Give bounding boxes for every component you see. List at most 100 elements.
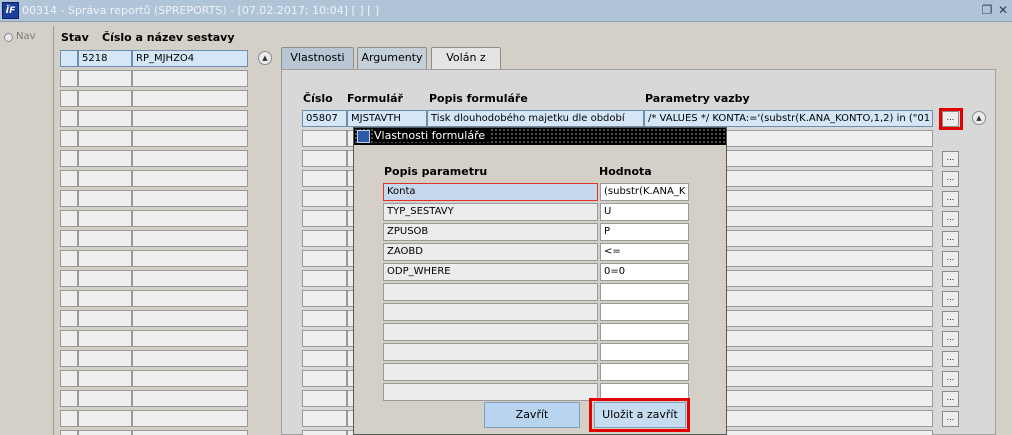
empty-report-cell[interactable]: [78, 350, 132, 367]
empty-report-cell[interactable]: [60, 130, 78, 147]
tab-volan-z[interactable]: Volán z: [431, 47, 501, 69]
empty-report-cell[interactable]: [132, 250, 248, 267]
parameter-name-cell[interactable]: ODP_WHERE: [383, 263, 598, 281]
empty-report-cell[interactable]: [132, 110, 248, 127]
empty-report-cell[interactable]: [60, 210, 78, 227]
empty-report-cell[interactable]: [132, 390, 248, 407]
empty-parameter-cell[interactable]: [383, 323, 598, 341]
empty-report-cell[interactable]: [132, 90, 248, 107]
empty-parameter-cell[interactable]: [383, 363, 598, 381]
empty-parameter-cell[interactable]: [600, 283, 689, 301]
empty-report-cell[interactable]: [60, 190, 78, 207]
row-edit-button[interactable]: ...: [942, 311, 959, 327]
empty-report-cell[interactable]: [60, 310, 78, 327]
row-edit-button[interactable]: ...: [942, 231, 959, 247]
empty-report-cell[interactable]: [78, 90, 132, 107]
empty-form-cell[interactable]: [302, 150, 347, 167]
empty-report-cell[interactable]: [60, 70, 78, 87]
close-button[interactable]: Zavřít: [484, 402, 580, 428]
empty-report-cell[interactable]: [132, 70, 248, 87]
empty-report-cell[interactable]: [132, 330, 248, 347]
empty-report-cell[interactable]: [132, 350, 248, 367]
row-edit-button[interactable]: ...: [942, 191, 959, 207]
parameter-value-cell[interactable]: U: [600, 203, 689, 221]
empty-report-cell[interactable]: [78, 210, 132, 227]
parameter-name-cell[interactable]: ZPUSOB: [383, 223, 598, 241]
empty-report-cell[interactable]: [60, 410, 78, 427]
empty-form-cell[interactable]: [302, 310, 347, 327]
empty-report-cell[interactable]: [78, 290, 132, 307]
row-edit-button[interactable]: ...: [942, 171, 959, 187]
empty-report-cell[interactable]: [132, 230, 248, 247]
empty-parameter-cell[interactable]: [600, 303, 689, 321]
form-row-cislo-cell[interactable]: 05807: [302, 110, 347, 127]
empty-form-cell[interactable]: [302, 270, 347, 287]
row-edit-button[interactable]: ...: [942, 371, 959, 387]
empty-report-cell[interactable]: [132, 290, 248, 307]
row-edit-button[interactable]: ...: [942, 211, 959, 227]
empty-report-cell[interactable]: [78, 110, 132, 127]
empty-report-cell[interactable]: [78, 190, 132, 207]
empty-parameter-cell[interactable]: [383, 383, 598, 401]
parameter-value-cell[interactable]: <=: [600, 243, 689, 261]
form-row-popis-cell[interactable]: Tisk dlouhodobého majetku dle období: [427, 110, 644, 127]
tab-argumenty[interactable]: Argumenty: [357, 47, 427, 69]
form-row-formular-cell[interactable]: MJSTAVTH: [347, 110, 427, 127]
empty-report-cell[interactable]: [132, 170, 248, 187]
empty-report-cell[interactable]: [132, 150, 248, 167]
form-row-parametry-cell[interactable]: /* VALUES */ KONTA:='(substr(K.ANA_KONTO…: [644, 110, 933, 127]
empty-report-cell[interactable]: [60, 390, 78, 407]
empty-form-cell[interactable]: [302, 190, 347, 207]
row-edit-button[interactable]: ...: [942, 351, 959, 367]
empty-report-cell[interactable]: [60, 250, 78, 267]
close-window-icon[interactable]: ✕: [996, 3, 1010, 17]
empty-report-cell[interactable]: [78, 70, 132, 87]
empty-form-cell[interactable]: [302, 370, 347, 387]
row-edit-button[interactable]: ...: [942, 391, 959, 407]
empty-report-cell[interactable]: [60, 350, 78, 367]
row-edit-button[interactable]: ...: [942, 271, 959, 287]
report-row-nazev-cell[interactable]: RP_MJHZO4: [132, 50, 248, 67]
empty-report-cell[interactable]: [60, 90, 78, 107]
empty-report-cell[interactable]: [132, 310, 248, 327]
restore-window-icon[interactable]: ❐: [980, 3, 994, 17]
empty-report-cell[interactable]: [60, 150, 78, 167]
empty-form-cell[interactable]: [302, 350, 347, 367]
empty-form-cell[interactable]: [302, 410, 347, 427]
empty-report-cell[interactable]: [132, 410, 248, 427]
empty-parameter-cell[interactable]: [383, 283, 598, 301]
empty-form-cell[interactable]: [302, 330, 347, 347]
empty-report-cell[interactable]: [78, 330, 132, 347]
empty-report-cell[interactable]: [132, 210, 248, 227]
empty-report-cell[interactable]: [78, 370, 132, 387]
empty-report-cell[interactable]: [60, 330, 78, 347]
row-edit-button[interactable]: ...: [942, 331, 959, 347]
empty-report-cell[interactable]: [78, 170, 132, 187]
row-edit-button[interactable]: ...: [942, 151, 959, 167]
empty-report-cell[interactable]: [60, 110, 78, 127]
tab-vlastnosti[interactable]: Vlastnosti: [281, 47, 354, 69]
empty-report-cell[interactable]: [78, 410, 132, 427]
parameter-value-cell[interactable]: (substr(K.ANA_K: [600, 183, 689, 201]
empty-parameter-cell[interactable]: [383, 303, 598, 321]
empty-report-cell[interactable]: [60, 370, 78, 387]
empty-report-cell[interactable]: [78, 270, 132, 287]
empty-parameter-cell[interactable]: [383, 343, 598, 361]
empty-form-cell[interactable]: [302, 390, 347, 407]
empty-report-cell[interactable]: [78, 390, 132, 407]
parameter-name-cell[interactable]: TYP_SESTAVY: [383, 203, 598, 221]
nav-radio-icon[interactable]: [4, 33, 13, 42]
empty-report-cell[interactable]: [132, 270, 248, 287]
empty-report-cell[interactable]: [78, 310, 132, 327]
empty-report-cell[interactable]: [60, 430, 78, 435]
empty-report-cell[interactable]: [132, 370, 248, 387]
empty-report-cell[interactable]: [60, 230, 78, 247]
form-grid-scroll-up-icon[interactable]: ▲: [972, 111, 986, 125]
empty-parameter-cell[interactable]: [600, 363, 689, 381]
empty-report-cell[interactable]: [78, 150, 132, 167]
empty-report-cell[interactable]: [132, 190, 248, 207]
row-edit-button[interactable]: ...: [942, 291, 959, 307]
empty-report-cell[interactable]: [78, 230, 132, 247]
empty-form-cell[interactable]: [302, 230, 347, 247]
parameter-name-cell[interactable]: Konta: [383, 183, 598, 201]
